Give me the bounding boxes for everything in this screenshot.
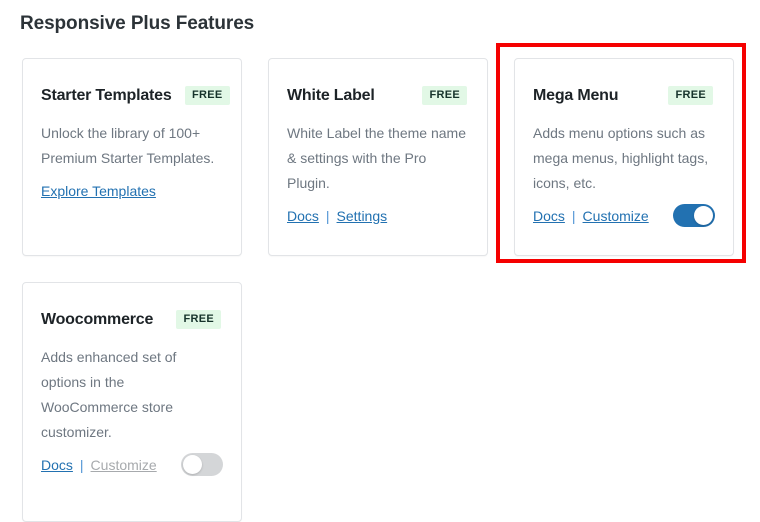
customize-link[interactable]: Customize (583, 206, 649, 226)
docs-link[interactable]: Docs (287, 206, 319, 226)
docs-link[interactable]: Docs (41, 455, 73, 475)
toggle-knob (183, 455, 202, 474)
card-title: White Label (287, 87, 375, 104)
status-badge: FREE (422, 86, 467, 105)
card-description: Adds enhanced set of options in the WooC… (41, 349, 177, 440)
card-description: White Label the theme name & settings wi… (287, 125, 466, 191)
explore-templates-link[interactable]: Explore Templates (41, 181, 156, 201)
card-header: Woocommerce FREE (41, 309, 221, 335)
card-footer: Docs | Customize (533, 204, 715, 228)
link-separator: | (79, 457, 84, 473)
feature-card-woocommerce: Woocommerce FREE Adds enhanced set of op… (22, 282, 242, 522)
card-description: Adds menu options such as mega menus, hi… (533, 125, 709, 191)
woocommerce-toggle[interactable] (181, 453, 223, 476)
card-title: Mega Menu (533, 87, 619, 104)
status-badge: FREE (668, 86, 713, 105)
card-footer: Docs | Settings (287, 204, 467, 228)
settings-link[interactable]: Settings (337, 206, 388, 226)
card-title: Woocommerce (41, 311, 154, 328)
card-title: Starter Templates (41, 87, 172, 104)
card-footer: Docs | Customize (41, 453, 223, 477)
mega-menu-toggle[interactable] (673, 204, 715, 227)
responsive-plus-features-panel: Responsive Plus Features Starter Templat… (0, 0, 760, 522)
card-header: Starter Templates FREE (41, 85, 230, 111)
feature-card-mega-menu: Mega Menu FREE Adds menu options such as… (514, 58, 734, 256)
docs-link[interactable]: Docs (533, 206, 565, 226)
card-header: Mega Menu FREE (533, 85, 713, 111)
status-badge: FREE (176, 310, 221, 329)
card-footer: Explore Templates (41, 179, 221, 203)
page-title: Responsive Plus Features (20, 13, 255, 34)
toggle-knob (694, 206, 713, 225)
customize-link: Customize (90, 457, 157, 473)
feature-card-starter-templates: Starter Templates FREE Unlock the librar… (22, 58, 242, 256)
card-description: Unlock the library of 100+ Premium Start… (41, 125, 215, 166)
feature-card-white-label: White Label FREE White Label the theme n… (268, 58, 488, 256)
card-header: White Label FREE (287, 85, 467, 111)
link-separator: | (325, 208, 330, 224)
status-badge: FREE (185, 86, 230, 105)
link-separator: | (571, 208, 576, 224)
